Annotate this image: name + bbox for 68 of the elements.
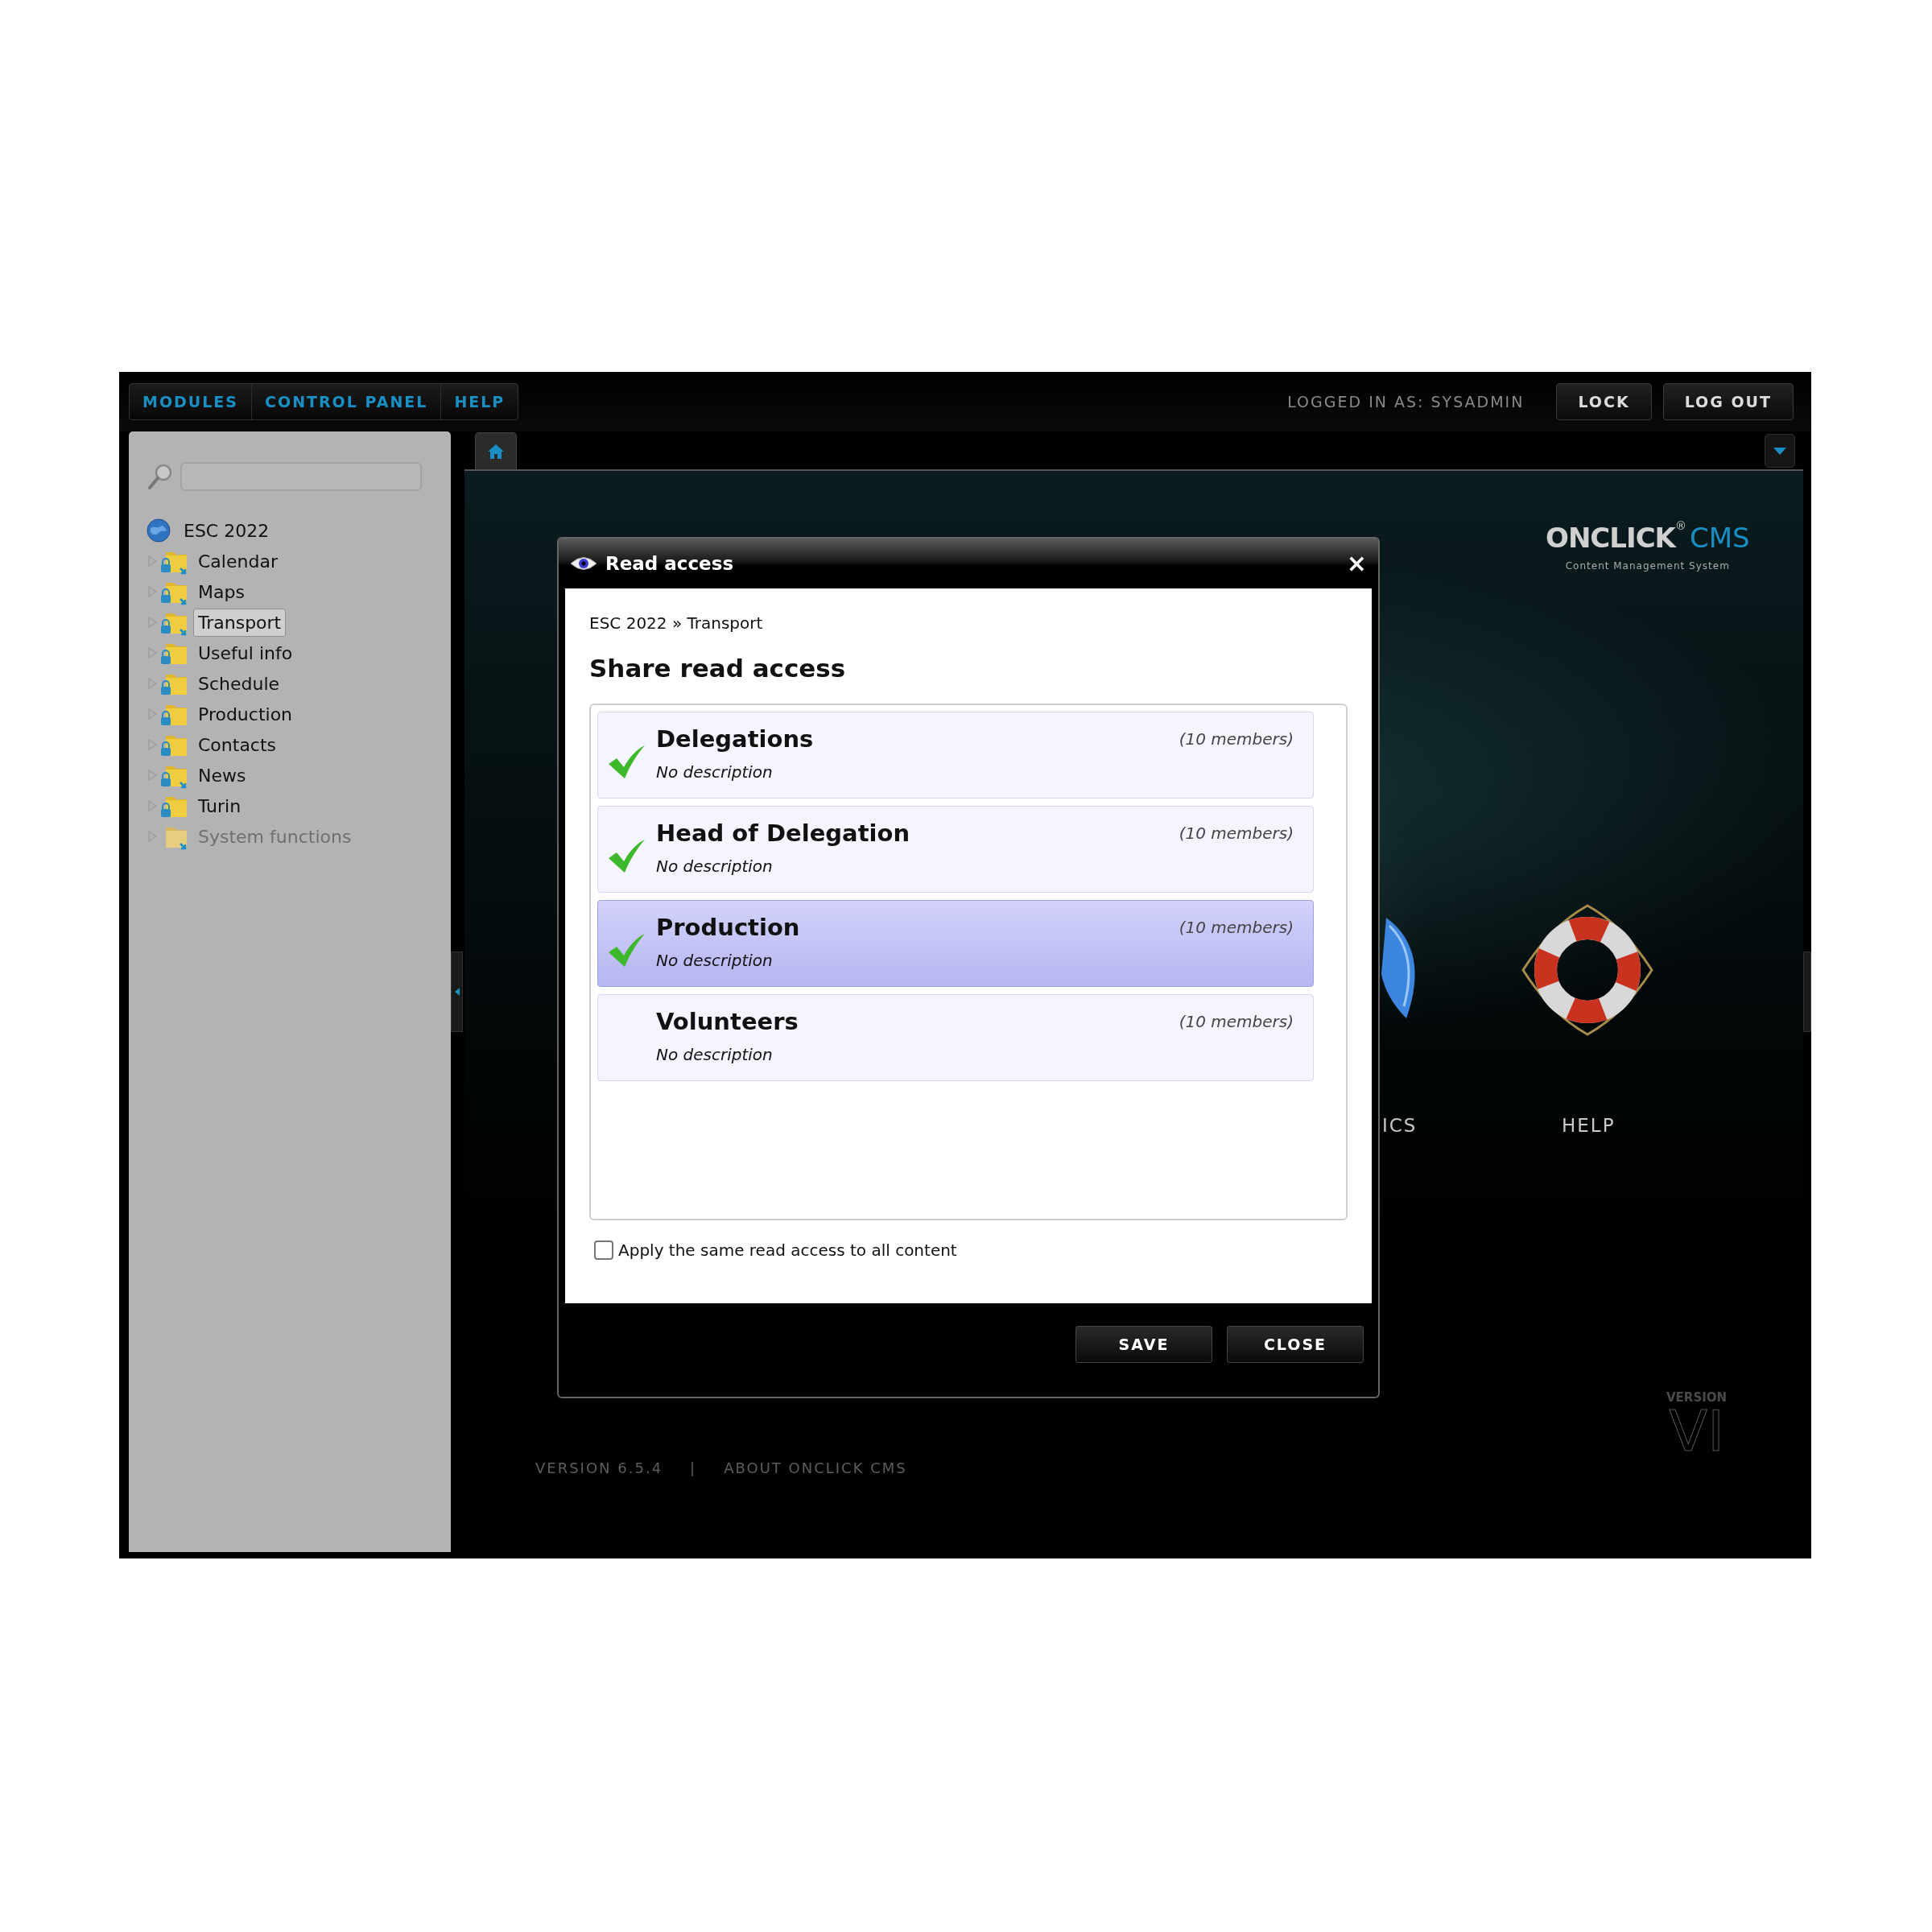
dialog-heading: Share read access [589,653,847,684]
tree-item[interactable]: Calendar [193,547,283,576]
expander-icon[interactable] [148,617,158,628]
expander-icon[interactable] [148,678,158,689]
tree-item[interactable]: Schedule [193,669,285,698]
logo-wordmark: ONCLICK®CMS [1546,518,1750,555]
lock-button[interactable]: LOCK [1556,383,1652,420]
tree-item[interactable]: Useful info [193,638,298,667]
group-item[interactable]: Head of Delegation No description (10 members) [597,805,1314,893]
member-count: (10 members) [1179,728,1294,750]
version-label: VERSION 6.5.4 [535,1459,663,1478]
group-name: Delegations [656,724,814,754]
desktop-icon-label[interactable]: HELP [1562,1112,1616,1140]
expander-icon[interactable] [148,586,158,597]
close-button[interactable]: × [1346,551,1367,576]
group-description: No description [656,856,774,877]
dialog-title: Read access [605,551,734,576]
expander-icon[interactable] [148,708,158,720]
logo-tagline: Content Management System [1564,559,1731,573]
tree-item[interactable]: ESC 2022 [179,516,275,545]
breadcrumb: ESC 2022 » Transport [589,613,764,634]
home-tab[interactable] [475,432,517,469]
expander-icon[interactable] [148,831,158,842]
group-item[interactable]: Volunteers No description (10 members) [597,993,1314,1081]
tree-item[interactable]: News [193,761,251,790]
member-count: (10 members) [1179,916,1294,939]
eye-icon [570,555,597,572]
group-description: No description [656,762,774,783]
caret-icon [1773,447,1786,455]
logout-button[interactable]: LOG OUT [1662,383,1794,420]
globe-icon [147,518,171,543]
group-item[interactable]: Delegations No description (10 members) [597,711,1314,799]
expander-icon[interactable] [148,800,158,811]
collapse-handle[interactable] [451,952,463,1032]
expander-icon[interactable] [148,770,158,781]
group-name: Volunteers [656,1006,799,1037]
triangle-icon [454,988,460,996]
save-button[interactable]: SAVE [1075,1326,1212,1363]
tree-item[interactable]: Production [193,700,298,729]
version-numeral: VI [1669,1406,1724,1455]
menu-item[interactable]: HELP [441,384,518,419]
desktop-icon-label[interactable]: ICS [1382,1112,1418,1140]
group-description: No description [656,1044,774,1066]
home-icon [487,443,505,460]
menu-item[interactable]: MODULES [130,384,253,419]
tree-item[interactable]: Transport [193,608,287,637]
member-count: (10 members) [1179,822,1294,844]
collapse-handle[interactable] [1803,952,1811,1032]
version-caption: VERSION [1666,1389,1728,1406]
checkbox[interactable] [594,1240,613,1260]
expander-icon[interactable] [148,739,158,750]
expander-icon[interactable] [148,647,158,658]
separator: | [690,1459,697,1478]
group-item[interactable]: Production No description (10 members) [597,899,1314,987]
dropdown-button[interactable] [1765,434,1795,468]
tree-item[interactable]: Maps [193,577,250,606]
tree-item[interactable]: Turin [193,791,246,820]
checkbox-label: Apply the same read access to all content [618,1239,957,1261]
group-description: No description [656,950,774,972]
expander-icon[interactable] [148,555,158,567]
member-count: (10 members) [1179,1010,1294,1033]
search-icon [147,462,174,491]
logged-in-label: LOGGED IN AS: SYSADMIN [1287,391,1525,412]
group-name: Production [656,912,800,943]
group-name: Head of Delegation [656,818,910,848]
close-button[interactable]: CLOSE [1227,1326,1364,1363]
menu-item[interactable]: CONTROL PANEL [252,384,442,419]
tree-item[interactable]: Contacts [193,730,282,759]
